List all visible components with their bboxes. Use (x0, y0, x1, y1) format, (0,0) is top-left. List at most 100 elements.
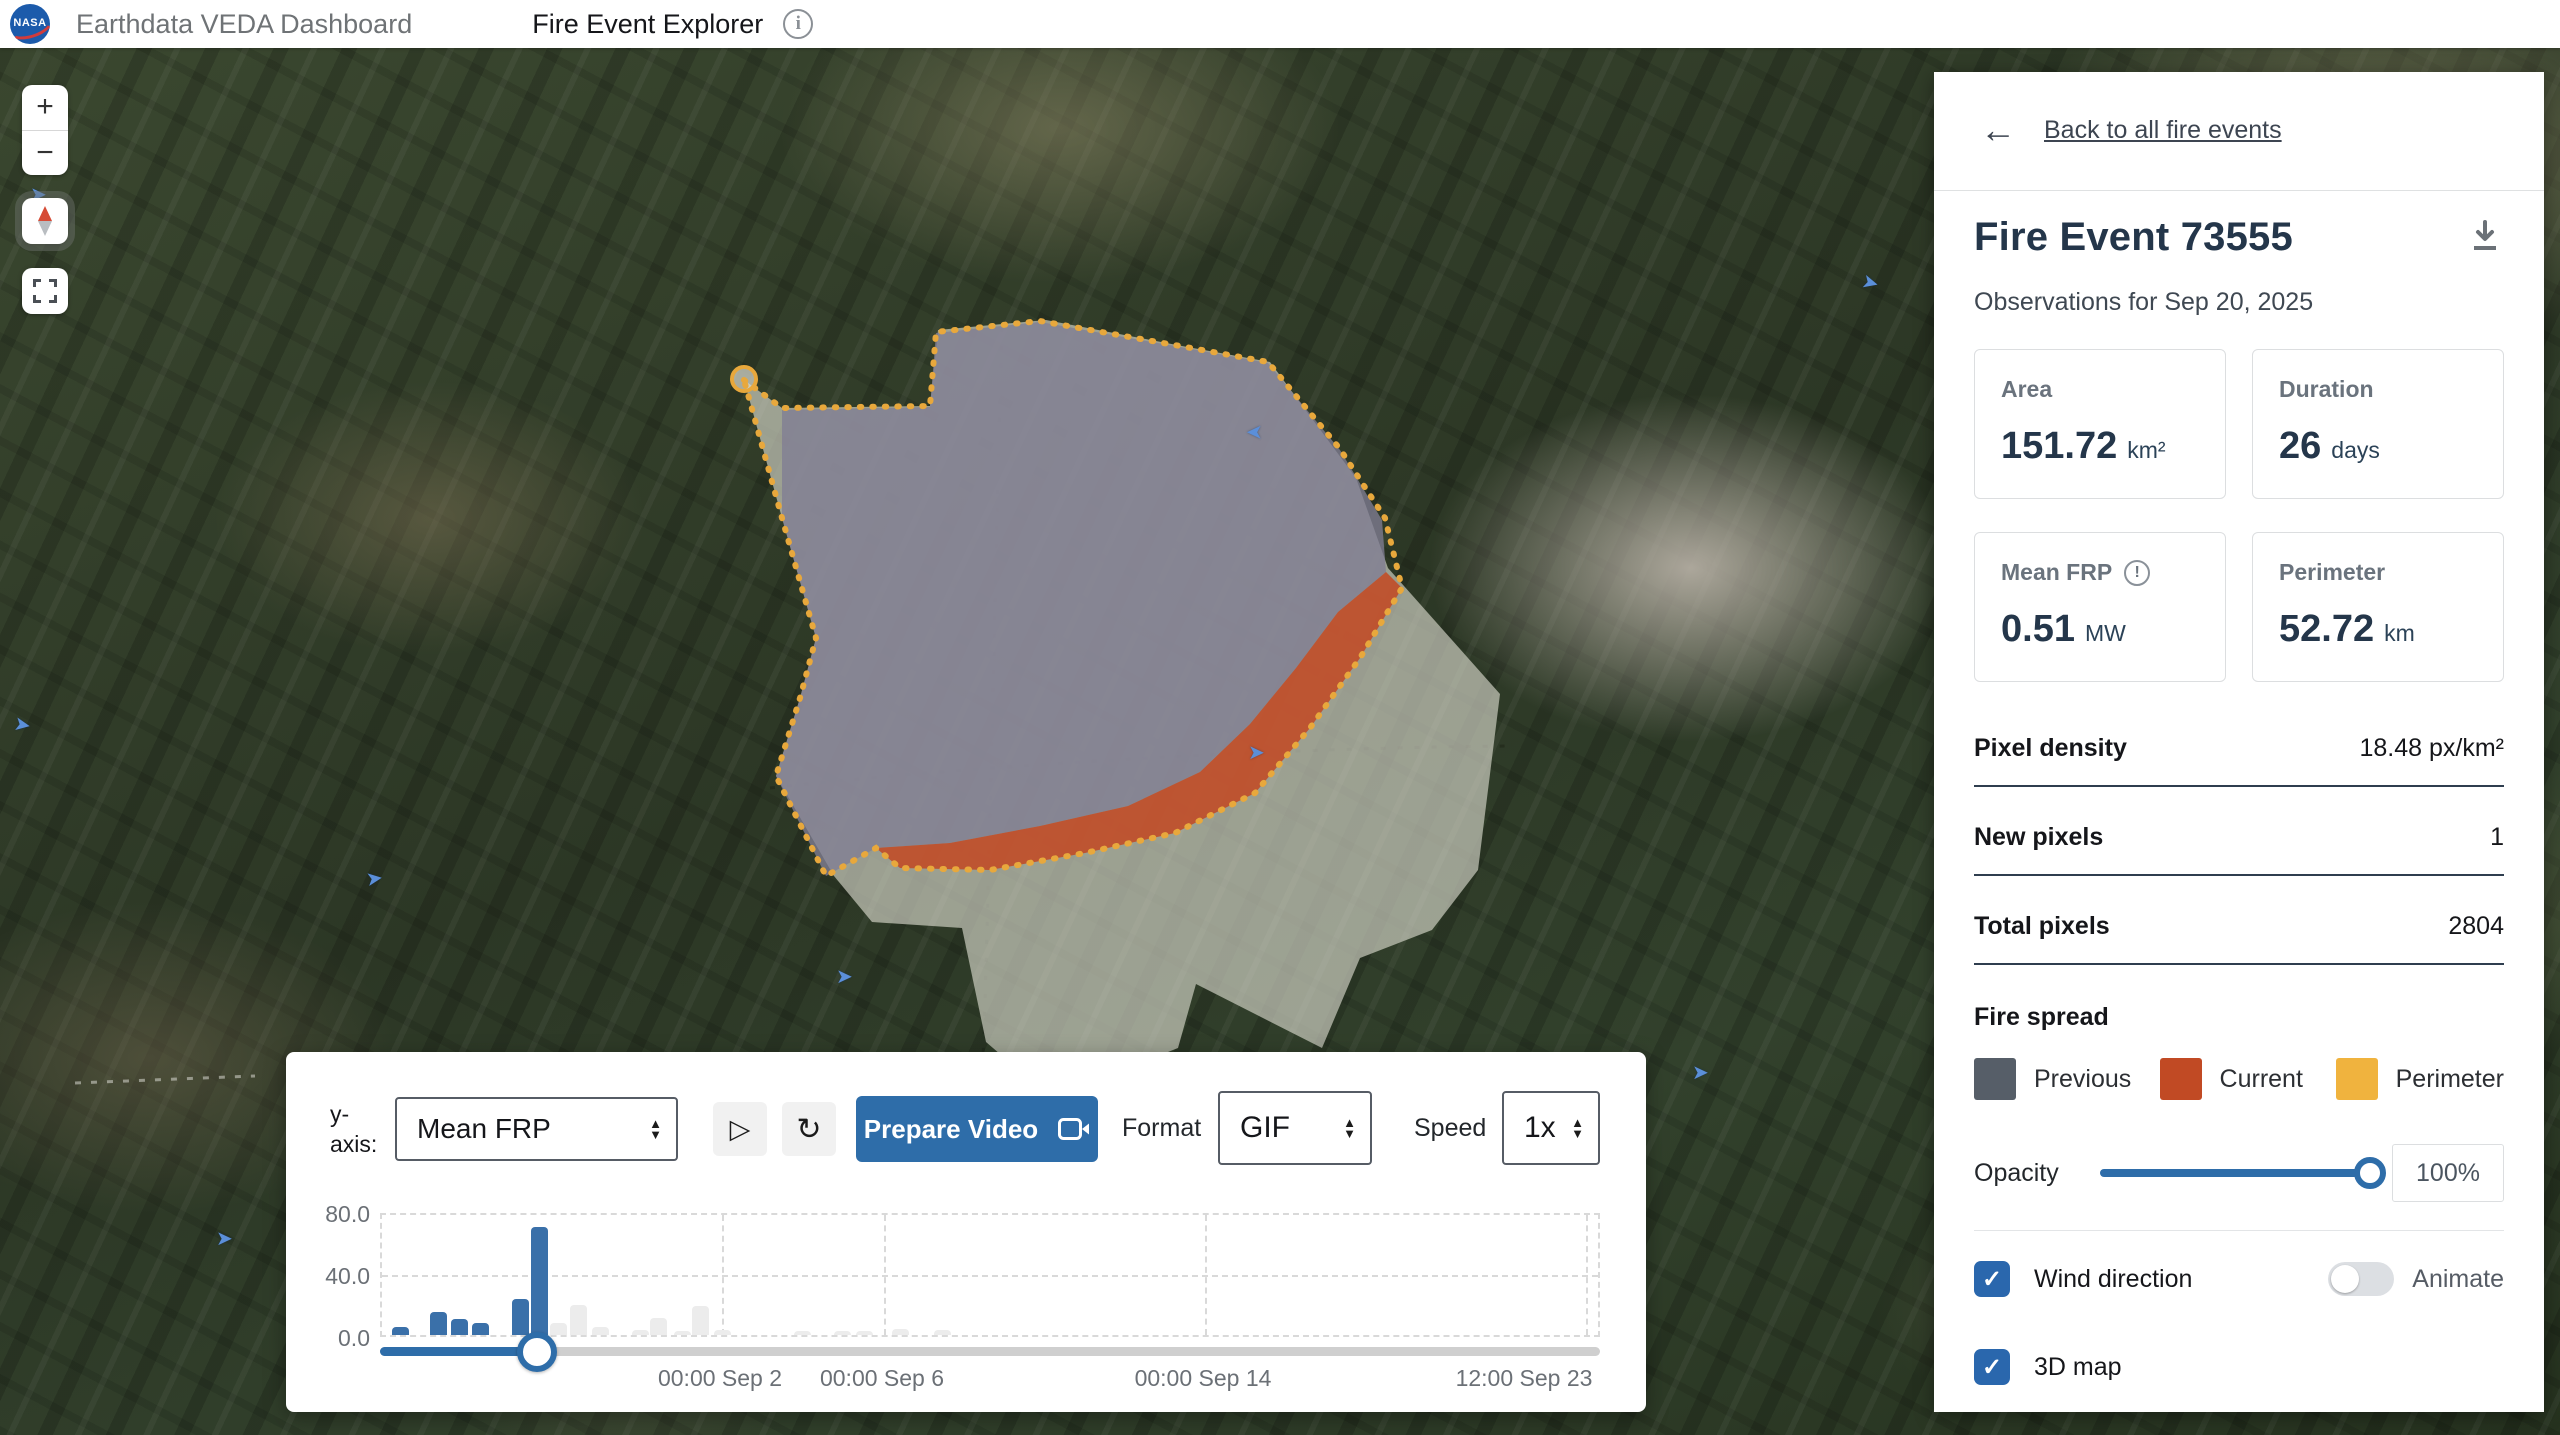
stat-value: 26 (2279, 425, 2321, 468)
new-pixels-row: New pixels 1 (1974, 787, 2504, 876)
frp-bar (550, 1323, 567, 1335)
wind-arrow-icon: ➤ (1692, 1060, 1709, 1085)
refresh-button[interactable]: ↻ (782, 1102, 836, 1156)
zoom-out-button[interactable]: − (22, 131, 68, 176)
play-button[interactable]: ▷ (713, 1102, 767, 1156)
fullscreen-button[interactable] (22, 268, 68, 314)
frp-bar (674, 1331, 691, 1335)
format-select[interactable]: GIF ▲▼ (1218, 1091, 1372, 1165)
frp-info-icon[interactable]: ! (2124, 560, 2150, 586)
divider (1934, 190, 2544, 191)
back-row: ← Back to all fire events (1934, 72, 2544, 190)
nasa-logo-text: NASA (10, 17, 50, 29)
app-header: NASA Earthdata VEDA Dashboard Fire Event… (0, 0, 2560, 48)
wind-direction-row: ✓ Wind direction Animate (1974, 1261, 2504, 1297)
video-camera-icon (1058, 1118, 1090, 1140)
frp-bar-chart (380, 1213, 1600, 1337)
gridline-vertical (1586, 1215, 1588, 1335)
stat-label: Perimeter (2279, 559, 2385, 586)
frp-bar (714, 1330, 731, 1335)
opacity-slider-handle[interactable] (2354, 1157, 2386, 1189)
opacity-value: 100% (2392, 1144, 2504, 1202)
frp-bar (934, 1330, 951, 1335)
gridline-vertical (884, 1215, 886, 1335)
stat-card-area: Area 151.72 km² (1974, 349, 2226, 499)
y-tick: 80.0 (300, 1201, 370, 1228)
frp-bar (650, 1318, 667, 1335)
wind-direction-checkbox[interactable]: ✓ (1974, 1261, 2010, 1297)
prepare-video-label: Prepare Video (864, 1114, 1038, 1145)
stat-card-mean-frp: Mean FRP ! 0.51 MW (1974, 532, 2226, 682)
frp-bar (834, 1331, 851, 1335)
opacity-control: Opacity 100% (1974, 1144, 2504, 1202)
stat-card-duration: Duration 26 days (2252, 349, 2504, 499)
stat-value: 0.51 (2001, 608, 2075, 651)
fullscreen-icon (33, 279, 57, 303)
frp-bar (531, 1227, 548, 1336)
frp-bar (794, 1331, 811, 1335)
download-icon (2470, 220, 2500, 252)
animate-toggle[interactable] (2328, 1262, 2394, 1296)
timeline-slider[interactable] (380, 1347, 1600, 1356)
y-axis-select[interactable]: Mean FRP ▲▼ (395, 1097, 678, 1161)
legend-item-current: Current (2160, 1058, 2336, 1100)
frp-bar (430, 1312, 447, 1335)
format-label: Format (1122, 1114, 1201, 1143)
y-tick: 0.0 (300, 1325, 370, 1352)
frp-bar (570, 1305, 587, 1335)
nasa-logo: NASA (10, 4, 50, 44)
frp-bar (392, 1327, 409, 1335)
fire-event-sidebar: ← Back to all fire events Fire Event 735… (1934, 72, 2544, 1412)
speed-select-value: 1x (1504, 1111, 1571, 1145)
stat-label: Mean FRP (2001, 559, 2112, 586)
fire-spread-heading: Fire spread (1974, 1003, 2504, 1032)
select-caret-icon: ▲▼ (649, 1118, 662, 1140)
stat-card-perimeter: Perimeter 52.72 km (2252, 532, 2504, 682)
frp-bar (692, 1306, 709, 1335)
stat-unit: km (2384, 620, 2415, 647)
opacity-slider[interactable] (2100, 1169, 2378, 1177)
select-caret-icon: ▲▼ (1343, 1117, 1356, 1139)
zoom-in-button[interactable]: + (22, 85, 68, 130)
stat-label: Duration (2279, 376, 2374, 403)
stat-value: 52.72 (2279, 608, 2374, 651)
3d-map-checkbox[interactable]: ✓ (1974, 1349, 2010, 1385)
y-tick: 40.0 (300, 1263, 370, 1290)
select-caret-icon: ▲▼ (1571, 1117, 1584, 1139)
legend-swatch-previous (1974, 1058, 2016, 1100)
boundary-line (75, 1076, 255, 1083)
app-info-icon[interactable]: i (783, 9, 813, 39)
page-title: Fire Event Explorer (532, 9, 763, 40)
opacity-label: Opacity (1974, 1159, 2092, 1188)
total-pixels-row: Total pixels 2804 (1974, 876, 2504, 965)
wind-arrow-icon: ➤ (1246, 420, 1263, 445)
compass-button[interactable] (22, 198, 68, 244)
map-3d-row: ✓ 3D map (1974, 1349, 2504, 1385)
timeline-played-track (380, 1347, 537, 1356)
gridline-vertical (722, 1215, 724, 1335)
fire-spread-legend: Previous Current Perimeter (1974, 1058, 2504, 1100)
gridline-vertical (1205, 1215, 1207, 1335)
frp-bar (451, 1319, 468, 1335)
divider (1974, 1230, 2504, 1231)
fire-event-title: Fire Event 73555 (1974, 215, 2293, 260)
format-select-value: GIF (1220, 1111, 1343, 1145)
legend-item-previous: Previous (1974, 1058, 2160, 1100)
back-to-all-fire-events-link[interactable]: Back to all fire events (2044, 116, 2282, 145)
legend-item-perimeter: Perimeter (2336, 1058, 2504, 1100)
toggle-knob (2331, 1265, 2359, 1293)
wind-arrow-icon: ➤ (216, 1226, 233, 1251)
speed-select[interactable]: 1x ▲▼ (1502, 1091, 1600, 1165)
x-tick: 00:00 Sep 14 (1135, 1365, 1272, 1392)
animate-label: Animate (2412, 1265, 2504, 1294)
stat-cards: Area 151.72 km² Duration 26 days Mean FR… (1974, 349, 2504, 682)
stat-label: Area (2001, 376, 2052, 403)
prepare-video-button[interactable]: Prepare Video (856, 1096, 1098, 1162)
wind-direction-label: Wind direction (2034, 1265, 2192, 1294)
stat-unit: km² (2127, 437, 2165, 464)
stat-unit: MW (2085, 620, 2126, 647)
wind-arrow-icon: ➤ (836, 964, 853, 989)
timeline-slider-handle[interactable] (517, 1332, 557, 1372)
download-button[interactable] (2466, 216, 2504, 259)
back-arrow-icon[interactable]: ← (1980, 112, 2016, 148)
